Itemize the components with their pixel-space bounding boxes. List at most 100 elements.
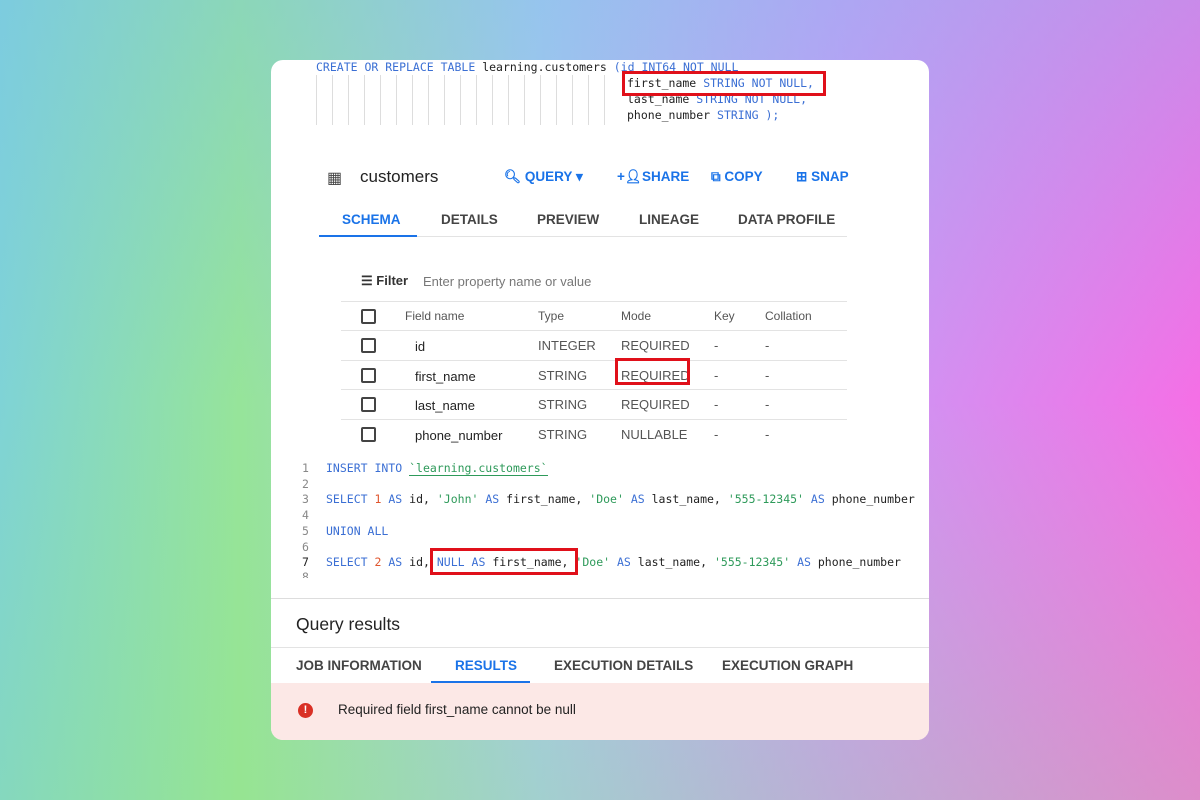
keyword: INSERT INTO [326,461,403,475]
highlight-box [622,71,826,96]
cell: first_name [415,368,476,384]
cell: STRING [538,367,588,383]
snapshot-icon: ⊞ [796,169,808,184]
cell: - [714,367,719,383]
row-checkbox[interactable] [361,397,376,412]
divider [271,598,929,599]
line-number: 4 [302,508,309,522]
keyword: STRING ); [717,108,780,122]
tab-job-information[interactable]: JOB INFORMATION [296,658,422,673]
cell: - [765,338,770,353]
code-token: AS [810,492,825,506]
select-all-checkbox[interactable] [361,309,376,324]
label: Filter [376,273,409,288]
filter-button[interactable]: ☰ Filter [361,273,408,289]
search-icon: 🔍︎ [504,169,522,184]
schema-row: last_name STRING REQUIRED - - [341,389,847,418]
code-token: 'Doe' [575,555,611,569]
tab-lineage[interactable]: LINEAGE [639,212,699,227]
code-token: '555-12345' [727,492,804,506]
code-token: last_name, [637,555,708,569]
identifier: learning.customers [482,60,607,74]
code-token: AS [388,555,403,569]
code-token: '555-12345' [713,555,791,569]
error-banner: ! Required field first_name cannot be nu… [271,683,929,740]
row-checkbox[interactable] [361,367,376,383]
row-checkbox[interactable] [361,426,376,442]
schema-row: id INTEGER REQUIRED - - [341,330,847,359]
tab-schema[interactable]: SCHEMA [342,212,401,227]
line-number: 1 [302,461,309,475]
code-token: 2 [374,555,382,569]
code-line-5: UNION ALL [326,524,389,538]
highlight-box [615,358,690,385]
code-token: AS [797,555,811,569]
cell: INTEGER [538,338,596,353]
cell: NULLABLE [621,426,688,442]
tab-data-profile[interactable]: DATA PROFILE [738,212,835,227]
tab-details[interactable]: DETAILS [441,212,498,227]
filter-input[interactable]: Enter property name or value [423,274,591,289]
code-token: 'John' [436,492,479,506]
tab-execution-graph[interactable]: EXECUTION GRAPH [722,658,853,673]
results-title: Query results [296,614,401,634]
cell: - [765,367,770,383]
schema-row: phone_number STRING NULLABLE - - [341,418,847,448]
line-number: 3 [302,492,309,506]
label: SHARE [642,169,690,184]
copy-icon: ⧉ [711,169,721,184]
code-token: phone_number [817,555,901,569]
cell: STRING [538,426,588,442]
cell: REQUIRED [621,397,690,412]
cell: REQUIRED [621,338,690,353]
code-line-1: INSERT INTO `learning.customers` [326,461,548,476]
filter-icon: ☰ [361,273,373,288]
code-token: 'Doe' [589,492,624,506]
cell: - [714,397,719,412]
code-token: first_name, [506,492,583,506]
copy-button[interactable]: ⧉ COPY [711,169,763,185]
label: QUERY [524,169,573,184]
header-field-name: Field name [405,309,465,323]
identifier: phone_number [627,108,711,122]
tab-preview[interactable]: PREVIEW [537,212,599,227]
label: COPY [724,169,763,184]
divider [271,647,929,648]
error-message: Required field first_name cannot be null [338,702,576,717]
tab-execution-details[interactable]: EXECUTION DETAILS [554,658,693,673]
line-number: 8 [302,570,309,578]
schema-row: first_name STRING REQUIRED - - [341,359,847,389]
code-token: AS [388,492,403,506]
code-token: 1 [374,492,382,506]
indent-guides [316,75,616,125]
cell: id [415,339,426,354]
query-button[interactable]: 🔍︎ QUERY ▾ [504,169,583,185]
table-ref: `learning.customers` [409,461,548,476]
code-token: last_name, [651,492,721,506]
table-name: customers [360,167,439,186]
row-checkbox[interactable] [361,338,376,353]
code-token: phone_number [831,492,915,506]
snapshot-button[interactable]: ⊞ SNAP [796,169,849,185]
cell: phone_number [415,427,503,443]
cell: - [714,426,719,442]
code-token: id, [409,555,430,569]
table-grid-icon: ▦ [327,170,343,187]
header-key: Key [714,309,735,323]
error-icon: ! [298,703,313,718]
line-number: 7 [302,555,309,569]
divider [417,236,847,237]
code-token: AS [630,492,645,506]
code-token: SELECT [326,555,368,569]
code-line-3: SELECT 1 AS id, 'John' AS first_name, 'D… [326,492,915,506]
tab-results[interactable]: RESULTS [455,658,517,673]
header-type: Type [538,309,565,323]
code-token: AS [616,555,631,569]
line-number: 2 [302,477,309,491]
share-button[interactable]: +👤︎SHARE [617,169,689,185]
line-number: 5 [302,524,309,538]
person-add-icon: +👤︎ [617,169,643,184]
header-mode: Mode [621,309,652,323]
keyword: CREATE OR REPLACE TABLE [316,60,476,74]
cell: - [714,338,719,353]
